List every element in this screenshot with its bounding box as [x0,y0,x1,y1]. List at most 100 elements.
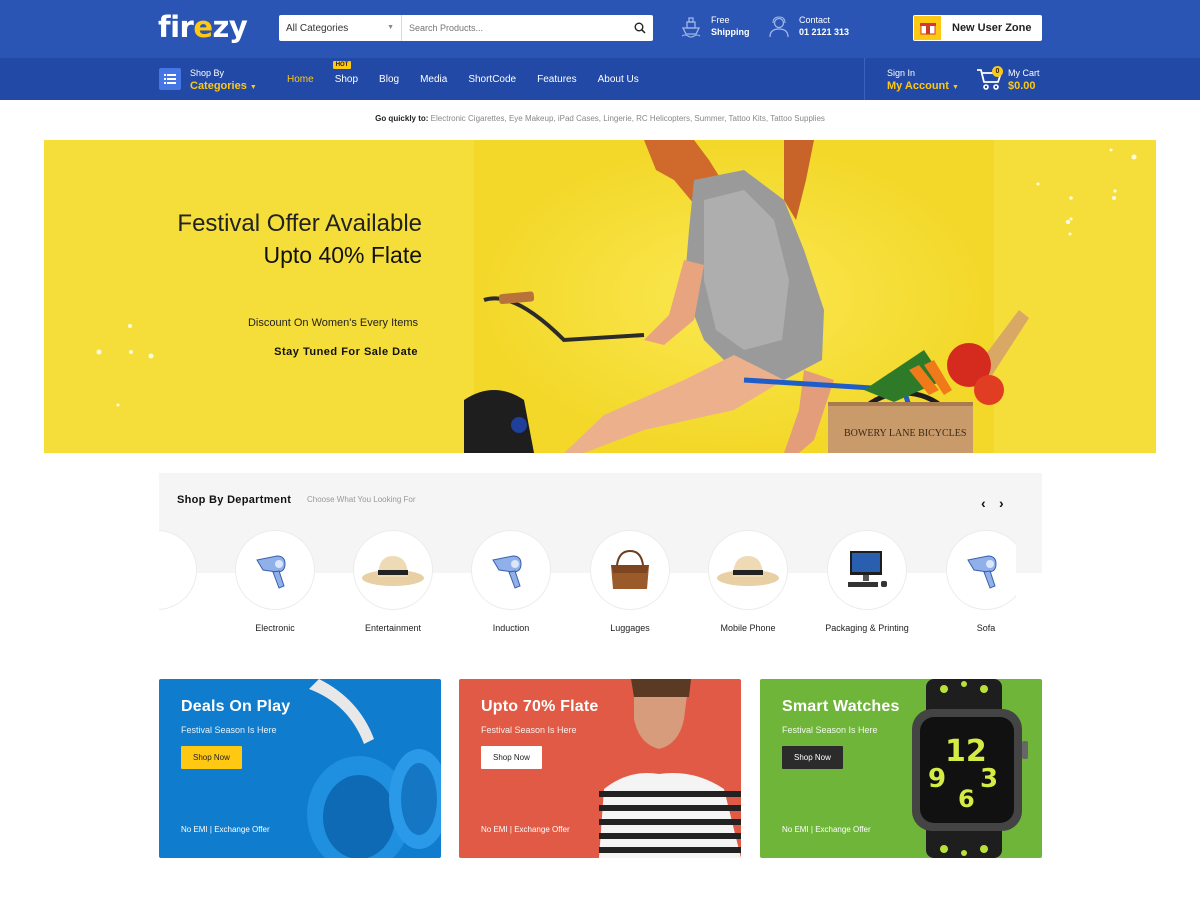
hero-banner[interactable]: BOWERY LANE BICYCLES Festival Offer Avai… [44,140,1156,453]
department-item[interactable]: Packaging & Printing [817,530,917,633]
svg-text:9: 9 [928,764,946,794]
carousel-partial-item [159,530,197,610]
department-label: Sofa [976,623,996,633]
carousel-next-button[interactable]: › [999,495,1004,511]
promo-card-smartwatch[interactable]: 12 9 3 6 Smart Watches Festival Season I… [760,679,1042,858]
nav-blog[interactable]: Blog [379,74,399,85]
department-label: Induction [492,623,530,633]
shipping-line2: Shipping [711,27,750,37]
promo-footer: No EMI | Exchange Offer [782,825,871,834]
categories-menu-button[interactable] [159,68,181,90]
department-label: Mobile Phone [720,623,776,633]
contact-line1: Contact [799,15,831,25]
leather-bag-icon [611,549,649,589]
search-icon [634,22,646,34]
department-image [590,530,670,610]
quick-link[interactable]: Eye Makeup [509,114,553,123]
promo-footer: No EMI | Exchange Offer [481,825,570,834]
promo-subtitle: Festival Season Is Here [481,725,577,735]
hair-dryer-icon [256,555,286,589]
cart-label: My Cart [1008,68,1040,78]
search-button[interactable] [627,15,653,41]
shop-by-label: Shop By [190,68,225,78]
svg-text:6: 6 [958,785,975,813]
category-select[interactable]: All Categories ▼ [279,15,402,41]
department-label: Packaging & Printing [825,623,909,633]
department-item[interactable]: Mobile Phone [698,530,798,633]
department-image [827,530,907,610]
crate-text: BOWERY LANE BICYCLES [844,428,966,439]
gift-coupon-icon [914,16,941,40]
chevron-down-icon: ▼ [249,84,257,91]
department-label: Entertainment [364,623,422,633]
department-image [946,530,1016,610]
cart-count-badge: 0 [992,66,1003,77]
department-image [353,530,433,610]
search-input[interactable] [402,15,627,41]
hair-dryer-icon [492,555,522,589]
department-item[interactable]: Entertainment [343,530,443,633]
quick-link[interactable]: Lingerie [603,114,631,123]
nav-about-us[interactable]: About Us [598,74,639,85]
quick-link[interactable]: Tattoo Kits [729,114,766,123]
department-item[interactable]: Luggages [580,530,680,633]
nav-home[interactable]: Home [287,74,314,85]
chevron-down-icon: ▼ [952,84,959,91]
quick-link[interactable]: Tattoo Supplies [770,114,825,123]
promo-footer: No EMI | Exchange Offer [181,825,270,834]
nav-shop-label: Shop [334,73,359,85]
list-icon [164,74,176,84]
contact-info: Contact 01 2121 313 [767,14,849,39]
department-carousel: Electronic Entertainment Induction Lugga… [159,530,1042,640]
nav-media[interactable]: Media [420,74,447,85]
site-logo[interactable]: firezy [158,10,248,44]
department-item[interactable]: Induction [461,530,561,633]
quick-link[interactable]: iPad Cases [558,114,599,123]
shop-now-button[interactable]: Shop Now [181,746,242,769]
quick-link[interactable]: RC Helicopters [636,114,690,123]
contact-phone[interactable]: 01 2121 313 [799,26,849,39]
cart-total: $0.00 [1008,80,1036,92]
promo-title: Deals On Play [181,698,291,715]
department-image [708,530,788,610]
nav-divider [864,58,865,100]
main-navbar: Shop By Categories ▼ Home HOT Shop Blog M… [0,58,1200,100]
department-image [471,530,551,610]
quick-link[interactable]: Electronic Cigarettes [431,114,505,123]
quick-links-label: Go quickly to: [375,114,429,123]
new-user-zone-button[interactable]: New User Zone [913,15,1042,41]
chevron-down-icon: ▼ [387,24,394,31]
nav-shortcode[interactable]: ShortCode [468,74,516,85]
svg-text:3: 3 [980,764,998,794]
hero-cta-text: Stay Tuned For Sale Date [274,346,418,358]
promo-card-fashion[interactable]: Upto 70% Flate Festival Season Is Here S… [459,679,741,858]
sun-hat-icon [362,556,424,586]
my-cart[interactable]: My Cart $0.00 [1008,67,1040,93]
sun-hat-icon [717,556,779,586]
shop-now-button[interactable]: Shop Now [782,746,843,769]
my-account-dropdown: My Account ▼ [887,80,959,92]
department-image [235,530,315,610]
hair-dryer-icon [967,555,997,589]
carousel-prev-button[interactable]: ‹ [981,495,986,511]
promo-title: Smart Watches [782,698,900,715]
department-item[interactable]: Electronic [225,530,325,633]
hero-title-line2: Upto 40% Flate [263,242,422,268]
free-shipping-info: Free Shipping [679,14,750,39]
shop-by-categories[interactable]: Shop By Categories ▼ [190,67,257,95]
account-menu[interactable]: Sign In My Account ▼ [887,67,959,95]
main-menu: Home HOT Shop Blog Media ShortCode Featur… [287,58,660,100]
shop-now-button[interactable]: Shop Now [481,746,542,769]
woman-on-bicycle-image: BOWERY LANE BICYCLES [96,140,1137,453]
sign-in-label: Sign In [887,68,916,78]
quick-link[interactable]: Summer [694,114,724,123]
hero-subtitle: Discount On Women's Every Items [247,317,418,329]
nav-features[interactable]: Features [537,74,576,85]
nav-shop[interactable]: HOT Shop [332,60,359,85]
new-user-zone-label: New User Zone [952,22,1032,34]
quick-links: Go quickly to: Electronic Cigarettes, Ey… [375,114,825,123]
promo-card-headphones[interactable]: Deals On Play Festival Season Is Here Sh… [159,679,441,858]
department-item[interactable]: Sofa [936,530,1016,633]
top-header: firezy All Categories ▼ Free Shipping Co… [0,0,1200,58]
desktop-computer-icon [848,551,887,587]
